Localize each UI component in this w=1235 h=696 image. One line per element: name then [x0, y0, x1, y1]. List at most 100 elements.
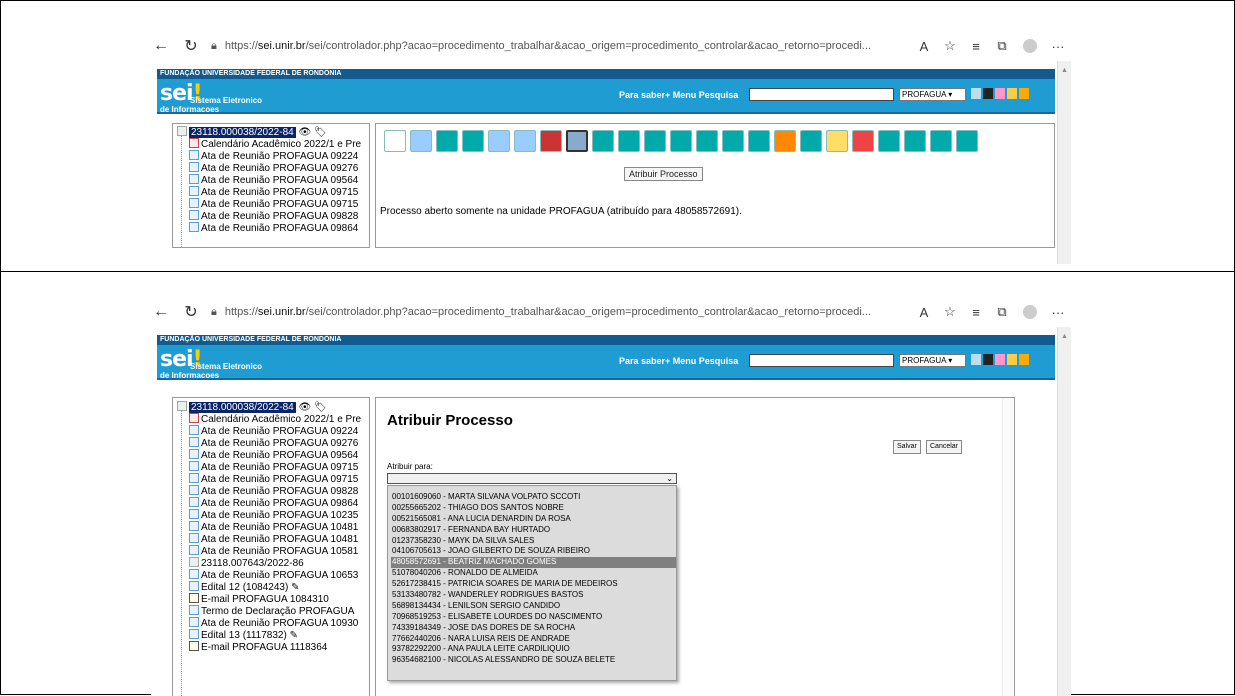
more-icon[interactable]: ··· — [1045, 305, 1071, 320]
tree-item[interactable]: Ata de Reunião PROFAGUA 09276 — [173, 437, 369, 449]
tree-item[interactable]: Edital 12 (1084243) ✎ — [173, 581, 369, 593]
more-icon[interactable]: ··· — [1045, 39, 1071, 54]
pdf-icon[interactable] — [852, 130, 874, 152]
tree-item[interactable]: Ata de Reunião PROFAGUA 09715 — [173, 198, 369, 210]
tree-item[interactable]: Ata de Reunião PROFAGUA 09715 — [173, 186, 369, 198]
sei-logo[interactable]: sei! Sistema Eletronico de Informacoes — [160, 347, 262, 380]
unit-select[interactable]: PROFAGUA ▾ — [899, 88, 966, 101]
dropdown-option[interactable]: 51078040206 - RONALDO DE ALMEIDA — [391, 568, 676, 579]
tree-item[interactable]: Ata de Reunião PROFAGUA 09276 — [173, 162, 369, 174]
tree-item[interactable]: Ata de Reunião PROFAGUA 10930 — [173, 617, 369, 629]
dropdown-option[interactable]: 00683802917 - FERNANDA BAY HURTADO — [391, 525, 676, 536]
tree-item[interactable]: Ata de Reunião PROFAGUA 10481 — [173, 533, 369, 545]
tree-item[interactable]: Ata de Reunião PROFAGUA 09564 — [173, 174, 369, 186]
favorite-icon[interactable]: ☆ — [937, 38, 963, 54]
favorites-list-icon[interactable]: ≡ — [963, 39, 989, 54]
tree-root[interactable]: 23118.000038/2022-84 👁︎ 🏷︎ — [173, 126, 369, 138]
send-icon[interactable] — [436, 130, 458, 152]
tag-icon[interactable]: 🏷︎ — [314, 402, 327, 413]
unit-select[interactable]: PROFAGUA ▾ — [899, 354, 966, 367]
tag-icon[interactable] — [904, 130, 926, 152]
notes-icon[interactable] — [983, 88, 993, 99]
back-icon[interactable]: ← — [151, 37, 171, 55]
note-icon[interactable] — [748, 130, 770, 152]
list-icon[interactable] — [971, 354, 981, 365]
dropdown-option[interactable]: 00101609060 - MARTA SILVANA VOLPATO SCCO… — [391, 492, 676, 503]
tree-item[interactable]: Termo de Declaração PROFAGUA — [173, 605, 369, 617]
dropdown-option[interactable]: 93782292200 - ANA PAULA LEITE CARDILIQUI… — [391, 644, 676, 655]
pause-icon[interactable] — [774, 130, 796, 152]
page-scrollbar[interactable]: ▲ — [1057, 61, 1071, 264]
tree-item[interactable]: Ata de Reunião PROFAGUA 09224 — [173, 425, 369, 437]
search-input[interactable] — [749, 88, 894, 101]
collections-icon[interactable]: ⧉ — [989, 38, 1015, 54]
panel-scrollbar[interactable] — [1002, 398, 1014, 696]
tag-icon[interactable]: 🏷︎ — [314, 127, 327, 138]
dropdown-option[interactable]: 70968519253 - ELISABETE LOURDES DO NASCI… — [391, 612, 676, 623]
address-bar[interactable]: 🔒︎ https://sei.unir.br/sei/controlador.p… — [211, 306, 911, 319]
address-bar[interactable]: 🔒︎ https://sei.unir.br/sei/controlador.p… — [211, 40, 911, 53]
tree-item[interactable]: Ata de Reunião PROFAGUA 09564 — [173, 449, 369, 461]
assign-select[interactable]: ⌄ — [387, 473, 677, 484]
related-icon[interactable] — [540, 130, 562, 152]
building-icon[interactable] — [722, 130, 744, 152]
tree-item[interactable]: Ata de Reunião PROFAGUA 09864 — [173, 497, 369, 509]
tree-item[interactable]: E-mail PROFAGUA 1084310 — [173, 593, 369, 605]
list-icon[interactable] — [930, 130, 952, 152]
read-aloud-icon[interactable]: A — [911, 305, 937, 320]
new-document-icon[interactable] — [384, 130, 406, 152]
dropdown-option[interactable]: 74339184349 - JOSE DAS DORES DE SA ROCHA — [391, 623, 676, 634]
back-icon[interactable]: ← — [151, 303, 171, 321]
tree-item[interactable]: Ata de Reunião PROFAGUA 09828 — [173, 210, 369, 222]
notify-icon[interactable] — [618, 130, 640, 152]
tree-item[interactable]: Edital 13 (1117832) ✎ — [173, 629, 369, 641]
tree-item[interactable]: E-mail PROFAGUA 1118364 — [173, 641, 369, 653]
dropdown-option[interactable]: 96354682100 - NICOLAS ALESSANDRO DE SOUZ… — [391, 655, 676, 666]
consult-icon[interactable] — [410, 130, 432, 152]
refresh-icon[interactable]: ↻ — [181, 36, 201, 56]
header-links[interactable]: Para saber+ Menu Pesquisa — [619, 356, 738, 366]
tree-icon[interactable] — [696, 130, 718, 152]
attach-icon[interactable] — [670, 130, 692, 152]
eye-icon[interactable]: 👁︎ — [298, 127, 311, 138]
tree-item[interactable]: Ata de Reunião PROFAGUA 09864 — [173, 222, 369, 234]
tree-root[interactable]: 23118.000038/2022-84 👁︎ 🏷︎ — [173, 401, 369, 413]
dropdown-option[interactable]: 04106705613 - JOAO GILBERTO DE SOUZA RIB… — [391, 546, 676, 557]
favorites-list-icon[interactable]: ≡ — [963, 305, 989, 320]
dropdown-option[interactable]: 52617238415 - PATRICIA SOARES DE MARIA D… — [391, 579, 676, 590]
tree-item[interactable]: Ata de Reunião PROFAGUA 10481 — [173, 521, 369, 533]
email-icon[interactable] — [514, 130, 536, 152]
dropdown-option[interactable]: 53133480782 - WANDERLEY RODRIGUES BASTOS — [391, 590, 676, 601]
header-links[interactable]: Para saber+ Menu Pesquisa — [619, 90, 738, 100]
tree-item[interactable]: Ata de Reunião PROFAGUA 09715 — [173, 461, 369, 473]
assign-process-icon[interactable] — [566, 130, 588, 152]
tree-item[interactable]: Calendário Acadêmico 2022/1 e Pre — [173, 413, 369, 425]
tree-item[interactable]: Ata de Reunião PROFAGUA 09224 — [173, 150, 369, 162]
user-icon[interactable] — [995, 88, 1005, 99]
tree-item[interactable]: Ata de Reunião PROFAGUA 10581 — [173, 545, 369, 557]
access-icon[interactable] — [462, 130, 484, 152]
cancel-button[interactable]: Cancelar — [926, 440, 963, 454]
search-input[interactable] — [749, 354, 894, 367]
search-icon[interactable] — [956, 130, 978, 152]
exit-icon[interactable] — [1019, 88, 1029, 99]
tree-item[interactable]: 23118.007643/2022-86 — [173, 557, 369, 569]
profile-avatar[interactable] — [1023, 39, 1037, 53]
dropdown-option[interactable]: 00255665202 - THIAGO DOS SANTOS NOBRE — [391, 503, 676, 514]
sei-logo[interactable]: sei! Sistema Eletronico de Informacoes — [160, 81, 262, 114]
tools-icon[interactable] — [1007, 88, 1017, 99]
tree-item[interactable]: Calendário Acadêmico 2022/1 e Pre — [173, 138, 369, 150]
tree-item[interactable]: Ata de Reunião PROFAGUA 10235 — [173, 509, 369, 521]
zip-icon[interactable] — [878, 130, 900, 152]
page-scrollbar[interactable]: ▲ — [1057, 327, 1071, 696]
dropdown-option[interactable]: 56898134434 - LENILSON SERGIO CANDIDO — [391, 601, 676, 612]
tree-item[interactable]: Ata de Reunião PROFAGUA 10653 — [173, 569, 369, 581]
tree-item[interactable]: Ata de Reunião PROFAGUA 09715 — [173, 473, 369, 485]
eye-icon[interactable]: 👁︎ — [298, 402, 311, 413]
notes-icon[interactable] — [983, 354, 993, 365]
list-icon[interactable] — [971, 88, 981, 99]
delete-icon[interactable] — [826, 130, 848, 152]
dropdown-option[interactable]: 01237358230 - MAYK DA SILVA SALES — [391, 536, 676, 547]
refresh-icon[interactable]: ↻ — [181, 302, 201, 322]
sign-icon[interactable] — [488, 130, 510, 152]
